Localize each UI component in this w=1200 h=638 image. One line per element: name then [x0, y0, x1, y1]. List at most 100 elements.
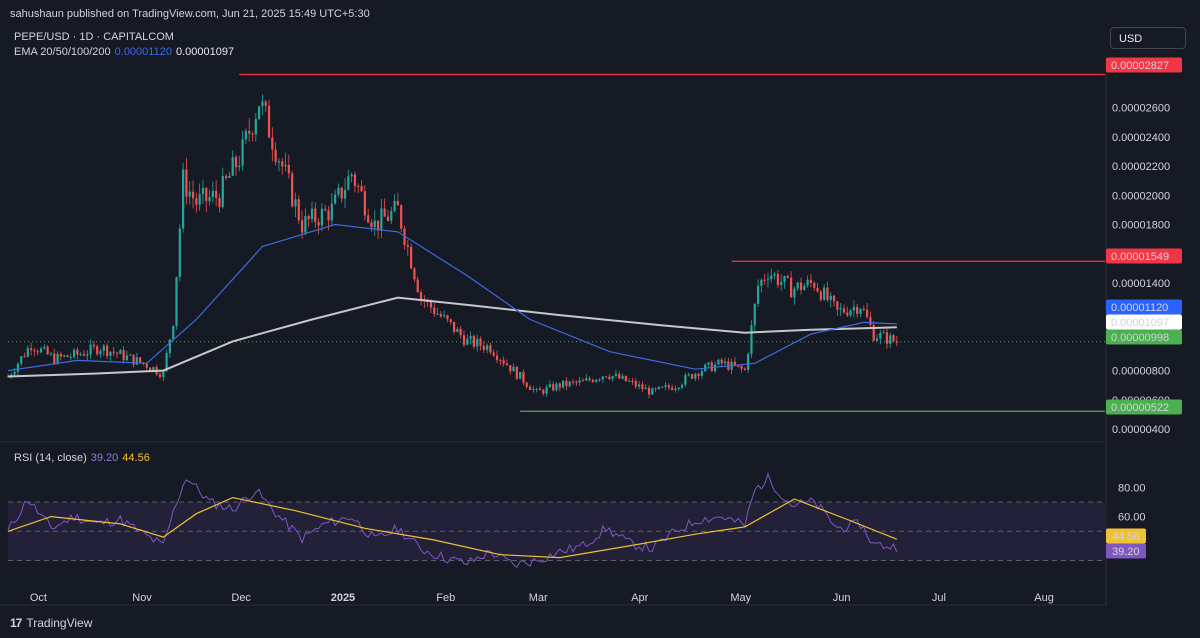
- candle-body: [396, 200, 399, 206]
- time-tick-label: Apr: [631, 592, 648, 604]
- rsi-tick-label: 60.00: [1118, 512, 1146, 524]
- candle-body: [548, 384, 551, 388]
- candle-body: [482, 345, 485, 350]
- candle-body: [251, 133, 254, 135]
- candle-body: [419, 292, 423, 300]
- candle-body: [459, 328, 462, 336]
- candle-body: [694, 373, 697, 379]
- candle-body: [49, 353, 53, 355]
- price-tick-label: 0.00002200: [1112, 161, 1170, 173]
- candle-body: [39, 348, 43, 353]
- candle-body: [819, 291, 822, 300]
- candle-body: [436, 313, 439, 315]
- candle-body: [334, 194, 337, 204]
- candle-body: [856, 306, 859, 314]
- candle-body: [846, 312, 849, 316]
- candle-body: [208, 197, 211, 202]
- price-tick-label: 0.00000400: [1112, 424, 1170, 436]
- candle-body: [433, 307, 436, 315]
- candle-body: [875, 338, 879, 341]
- candle-body: [618, 373, 621, 379]
- candle-body: [763, 279, 766, 281]
- candle-body: [674, 388, 677, 390]
- candle-body: [357, 185, 360, 187]
- candle-body: [859, 309, 862, 314]
- price-tick-label: 0.00002000: [1112, 190, 1170, 202]
- candle-body: [79, 354, 82, 356]
- candle-body: [33, 350, 36, 352]
- candle-body: [862, 309, 865, 311]
- candle-body: [849, 310, 852, 316]
- candle-body: [737, 365, 740, 367]
- candle-body: [406, 245, 409, 247]
- candle-body: [112, 351, 115, 353]
- rsi-tick-label: 80.00: [1118, 482, 1146, 494]
- price-badge-label: 0.00001120: [1111, 302, 1168, 314]
- candle-body: [66, 355, 69, 358]
- candle-body: [449, 319, 452, 323]
- candle-body: [832, 295, 836, 302]
- candle-body: [188, 191, 191, 197]
- candle-body: [320, 208, 324, 226]
- candle-body: [82, 354, 86, 356]
- price-chart[interactable]: 0.000004000.000006000.000008000.00001400…: [0, 0, 1200, 638]
- candle-body: [178, 228, 181, 278]
- candle-body: [23, 356, 26, 358]
- candle-body: [63, 355, 66, 357]
- candle-body: [505, 363, 509, 366]
- candle-body: [139, 357, 142, 363]
- candle-body: [386, 216, 390, 221]
- time-tick-label: May: [730, 592, 751, 604]
- candle-body: [158, 374, 162, 377]
- candle-body: [829, 295, 832, 301]
- candle-body: [499, 359, 502, 361]
- candle-body: [707, 362, 710, 365]
- candle-body: [363, 191, 366, 216]
- candle-body: [373, 220, 376, 228]
- candle-body: [416, 279, 419, 293]
- price-badge-label: 0.00001097: [1111, 317, 1169, 329]
- candle-body: [145, 363, 148, 368]
- candle-body: [162, 371, 165, 377]
- candle-body: [353, 174, 357, 186]
- candle-body: [324, 208, 327, 211]
- candle-body: [575, 381, 578, 383]
- candle-body: [337, 187, 340, 195]
- candle-body: [274, 149, 277, 162]
- candle-body: [148, 367, 152, 371]
- candle-body: [300, 220, 304, 233]
- candle-body: [234, 157, 238, 168]
- candle-body: [291, 173, 294, 207]
- candle-body: [201, 187, 205, 195]
- time-tick-label: 2025: [331, 592, 355, 604]
- candle-body: [72, 349, 76, 357]
- candle-body: [773, 273, 776, 276]
- candle-body: [842, 308, 846, 313]
- candle-body: [657, 386, 661, 390]
- candle-body: [647, 387, 651, 395]
- candle-body: [786, 275, 789, 278]
- candle-body: [598, 379, 601, 381]
- candle-body: [555, 383, 558, 391]
- candle-body: [297, 199, 300, 221]
- candle-body: [525, 382, 528, 387]
- time-tick-label: Jul: [932, 592, 946, 604]
- candle-body: [221, 175, 224, 208]
- candle-body: [172, 325, 175, 340]
- price-badge-label: 0.00000998: [1111, 332, 1169, 344]
- candle-body: [20, 356, 23, 364]
- candle-body: [565, 380, 568, 387]
- candle-body: [106, 345, 109, 356]
- candle-body: [522, 371, 525, 383]
- candle-body: [641, 384, 644, 390]
- candle-body: [314, 208, 317, 223]
- candle-body: [750, 325, 753, 354]
- candle-body: [495, 355, 499, 360]
- candle-body: [350, 174, 353, 177]
- candle-body: [571, 381, 575, 383]
- candle-body: [528, 386, 532, 391]
- candle-body: [244, 130, 248, 140]
- time-tick-label: Aug: [1034, 592, 1054, 604]
- time-tick-label: Mar: [529, 592, 548, 604]
- candle-body: [310, 208, 314, 220]
